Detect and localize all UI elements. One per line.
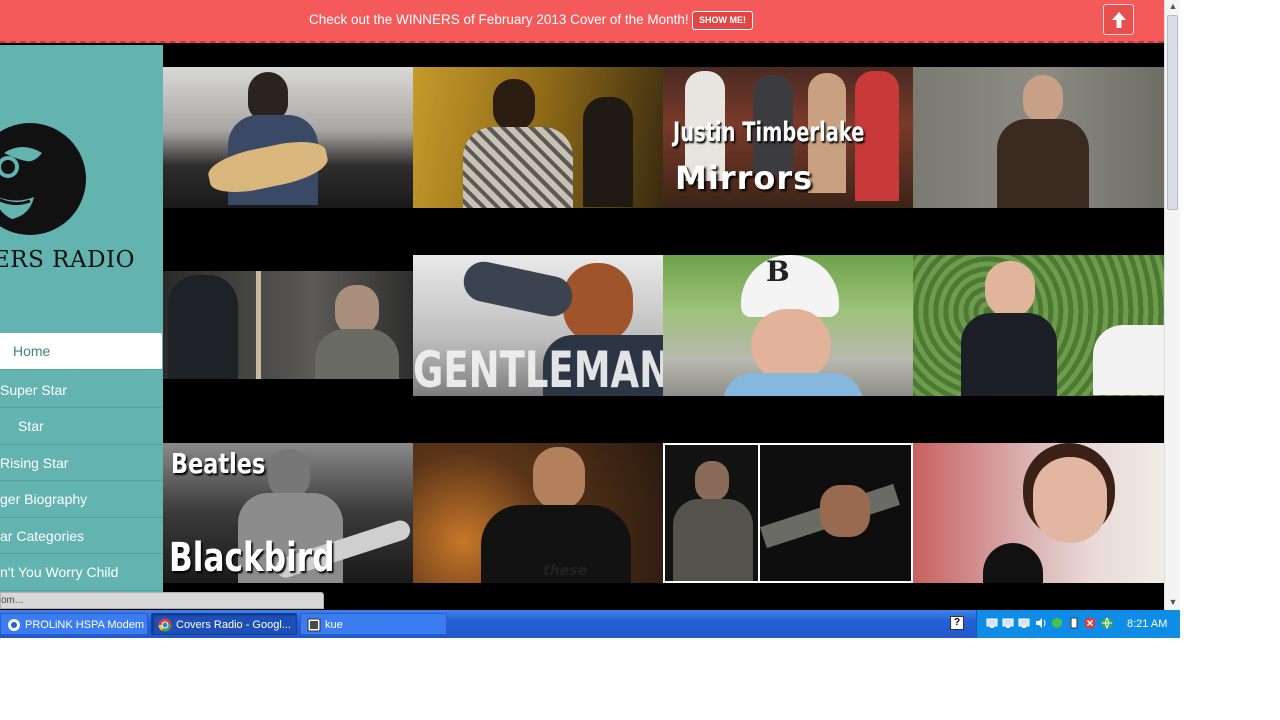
promo-banner: Check out the WINNERS of February 2013 C… [0,0,1164,43]
thumbnail-title: Beatles [171,447,266,480]
nav-item-rising-star[interactable]: Rising Star [0,445,163,481]
chrome-icon [158,618,172,632]
sidebar-nav: Home Super Star Star Rising Star ger Bio… [0,333,163,591]
person-figure [961,313,1057,396]
video-thumbnail[interactable] [163,67,413,208]
video-thumbnail[interactable] [913,443,1164,583]
person-figure [493,79,535,131]
person-figure [723,373,863,396]
video-thumbnail[interactable]: Beatles Blackbird [163,443,413,583]
help-icon[interactable]: ? [950,616,964,630]
sidebar: ERS RADIO Home Super Star Star Rising St… [0,45,163,592]
microphone-figure [983,543,1043,583]
system-clock[interactable]: 8:21 AM [1127,610,1167,638]
taskbar-item-modem[interactable]: PROLiNK HSPA Modem [0,613,148,635]
person-arm [460,258,576,320]
scroll-down-arrow-icon[interactable]: ▼ [1167,596,1179,608]
video-thumbnail[interactable]: these [413,443,663,583]
show-me-button[interactable]: SHOW ME! [692,11,753,30]
video-thumbnail[interactable] [913,255,1164,396]
person-figure [583,97,633,207]
close-icon[interactable] [1084,617,1096,629]
video-panel [665,445,758,581]
network-icon[interactable] [1002,617,1014,629]
person-figure [268,449,310,499]
nav-item-home[interactable]: Home [0,333,162,370]
taskbar-item-label: kue [325,619,343,631]
person-figure [315,329,399,379]
taskbar-item-kue[interactable]: kue [300,613,447,635]
network-icon[interactable] [986,617,998,629]
taskbar-item-chrome[interactable]: Covers Radio - Googl... [151,613,297,635]
video-thumbnail[interactable]: GENTLEMAN [413,255,663,396]
site-logo-text[interactable]: ERS RADIO [0,247,135,273]
nav-item-singer-biography[interactable]: ger Biography [0,481,163,518]
nav-item-star-categories[interactable]: ar Categories [0,518,163,554]
scroll-top-button[interactable] [1103,4,1134,35]
person-figure [1033,457,1107,543]
thumbnail-title: Blackbird [169,535,335,581]
network-icon[interactable] [1018,617,1030,629]
person-figure [248,72,288,120]
app-icon [307,618,321,632]
video-thumbnail[interactable] [163,271,413,379]
browser-viewport: Check out the WINNERS of February 2013 C… [0,0,1180,638]
battery-icon[interactable] [1068,617,1080,629]
nav-item-super-star[interactable]: Super Star [0,372,163,408]
cap-letter: B [766,255,790,288]
volume-icon[interactable] [1035,617,1047,629]
person-figure [563,263,633,343]
person-figure [751,309,831,381]
nav-item-star[interactable]: Star [0,408,163,445]
video-thumbnail[interactable] [913,67,1164,208]
thumbnail-title: Justin Timberlake [673,117,865,148]
modem-icon [8,619,20,631]
hand-figure [820,485,870,537]
banner-text: Check out the WINNERS of February 2013 C… [309,12,689,27]
video-thumbnail[interactable]: Justin Timberlake Mirrors [663,67,913,208]
vertical-scrollbar[interactable]: ▲ ▼ [1164,0,1180,610]
person-figure [985,261,1035,317]
divider [256,271,261,379]
shield-icon[interactable] [1051,617,1063,629]
person-figure [673,499,753,581]
video-thumbnail[interactable] [663,443,913,583]
taskbar-item-label: Covers Radio - Googl... [176,619,291,631]
person-figure [695,461,729,501]
shirt-text: these [543,563,587,579]
person-figure [1093,325,1164,395]
arrow-up-icon [1112,12,1126,28]
video-panel [760,445,911,581]
thumbnail-title: Mirrors [675,159,814,197]
scrollbar-thumb[interactable] [1167,15,1178,210]
cap-figure [741,255,839,317]
person-figure [335,285,379,335]
scroll-up-arrow-icon[interactable]: ▲ [1167,0,1179,12]
gorilla-logo-icon[interactable] [0,123,88,239]
taskbar: PROLiNK HSPA Modem Covers Radio - Googl.… [0,610,1180,638]
thumbnail-title: GENTLEMAN [413,341,663,396]
globe-icon[interactable] [1101,617,1113,629]
person-figure [533,447,585,509]
video-thumbnail[interactable]: B [663,255,913,396]
system-tray: 8:21 AM [976,610,1180,638]
person-figure [997,119,1089,208]
person-figure [463,127,573,208]
person-figure [1023,75,1063,123]
person-figure [168,275,238,379]
taskbar-item-label: PROLiNK HSPA Modem [25,619,145,631]
video-thumbnail[interactable] [413,67,663,208]
status-url-bar: om... [0,592,324,609]
nav-item-dont-you-worry-child[interactable]: n't You Worry Child [0,554,163,591]
